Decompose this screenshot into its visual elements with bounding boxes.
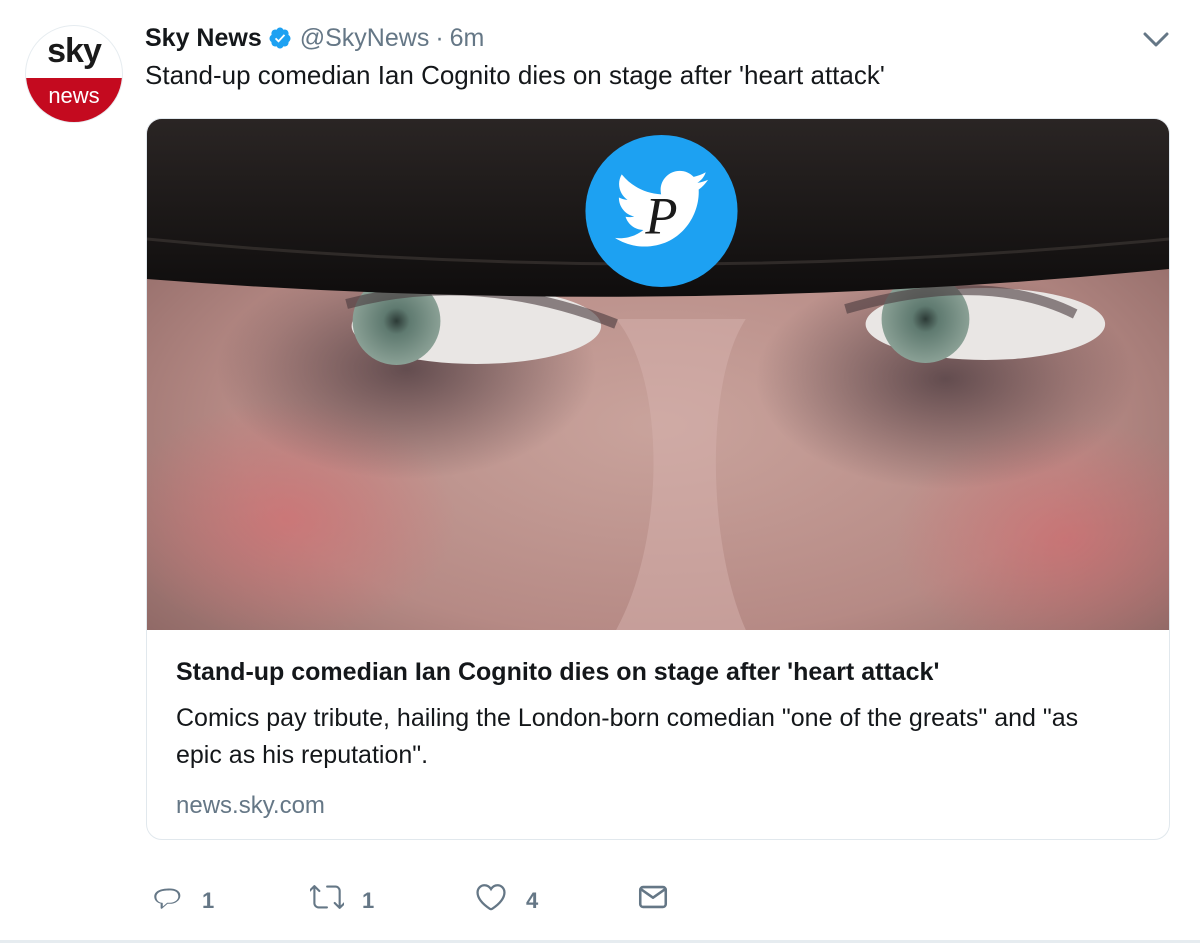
tweet[interactable]: sky news Sky News @SkyNews · 6m Stand-up… [0,0,1200,943]
retweet-icon [310,885,344,909]
card-domain: news.sky.com [176,792,325,819]
author-name[interactable]: Sky News [145,24,262,53]
author-handle[interactable]: @SkyNews [300,24,430,53]
twitter-bird-logo: P [585,134,738,288]
tweet-header: Sky News @SkyNews · 6m [145,20,484,56]
avatar-sky-text: sky [47,32,102,70]
verified-badge-icon [269,27,291,49]
reply-count: 1 [202,888,215,913]
retweet-button[interactable]: 1 [310,880,374,914]
retweet-count: 1 [362,888,375,913]
reply-button[interactable]: 1 [150,880,214,914]
heart-icon [476,884,506,911]
svg-text:P: P [644,187,677,245]
like-count: 4 [526,888,539,913]
like-button[interactable]: 4 [474,880,538,914]
avatar-news-band: news [26,78,122,122]
direct-message-button[interactable] [636,880,670,914]
separator-dot: · [435,23,444,52]
envelope-icon [638,885,668,909]
avatar[interactable]: sky news [25,25,123,123]
tweet-actions: 1 1 4 [150,880,710,924]
chevron-down-icon[interactable] [1140,26,1172,52]
link-card[interactable]: P Stand-up comedian Ian Cognito dies on … [146,118,1170,840]
reply-icon [154,888,181,909]
tweet-text: Stand-up comedian Ian Cognito dies on st… [145,60,885,90]
card-description: Comics pay tribute, hailing the London-b… [176,704,1079,769]
card-title: Stand-up comedian Ian Cognito dies on st… [176,658,940,686]
card-body[interactable]: Stand-up comedian Ian Cognito dies on st… [147,630,1169,839]
tweet-timestamp[interactable]: 6m [450,24,485,53]
